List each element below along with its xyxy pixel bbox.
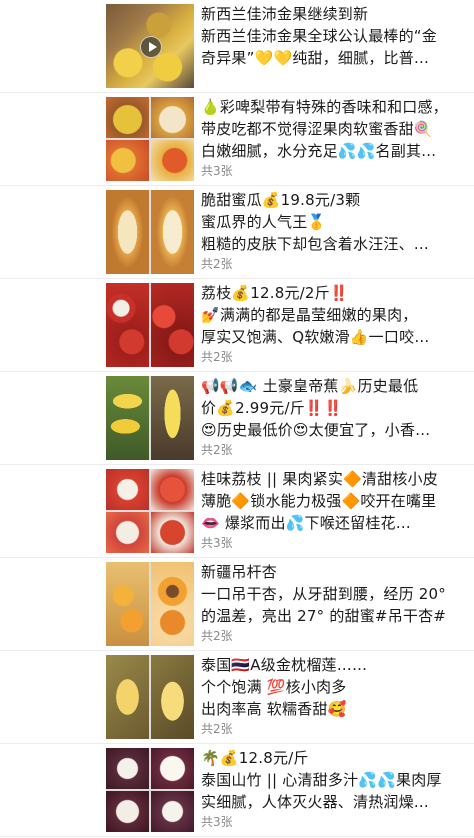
item-title: 荔枝💰12.8元/2斤‼️ — [201, 284, 349, 302]
item-title: 新疆吊杆杏 — [201, 563, 278, 581]
image-count: 共3张 — [201, 164, 233, 178]
item-desc-1: 新西兰佳沛金果全球公认最棒的“金 — [201, 27, 437, 45]
item-desc-2: 粗糙的皮肤下却包含着水汪汪、… — [201, 235, 430, 253]
item-title: 🍐彩啤梨带有特殊的香味和和口感， — [201, 98, 448, 116]
kiwi-video-thumbnail[interactable] — [106, 4, 194, 88]
lychee-image-grid[interactable] — [106, 283, 194, 367]
item-desc-2: 厚实又饱满、Q软嫩滑👍一口咬… — [201, 328, 430, 346]
feed-item-guiwei-lychee[interactable]: 桂味荔枝 || 果肉紧实🔶清甜核小皮 薄脆🔶锁水能力极强🔶咬开在嘴里 👄 爆浆而… — [0, 465, 474, 558]
item-desc-2: 奇异果”💛💛纯甜，细腻，比普… — [201, 49, 430, 67]
item-desc-1: 价💰2.99元/斤‼️‼️ — [201, 399, 343, 417]
item-title: 桂味荔枝 || 果肉紧实🔶清甜核小皮 — [201, 470, 438, 488]
item-desc-2: 👄 爆浆而出💦下喉还留桂花… — [201, 514, 411, 532]
feed-item-text: 📢📢🐟 土豪皇帝蕉🍌历史最低 价💰2.99元/斤‼️‼️ 😍历史最低价😍太便宜了… — [201, 375, 471, 459]
feed-item-mangosteen[interactable]: 🌴💰12.8元/斤 泰国山竹 || 心清甜多汁💦💦果肉厚 实细腻，人体灭火器、清… — [0, 744, 474, 837]
item-title: 新西兰佳沛金果继续到新 — [201, 5, 369, 23]
feed-item-pear[interactable]: 🍐彩啤梨带有特殊的香味和和口感， 带皮吃都不觉得涩果肉软蜜香甜🍭 白嫩细腻，水分… — [0, 93, 474, 186]
image-count: 共2张 — [201, 629, 233, 643]
banana-image-grid[interactable] — [106, 376, 194, 460]
pear-image-grid[interactable] — [106, 97, 194, 181]
guiwei-lychee-image-grid[interactable] — [106, 469, 194, 553]
item-desc-2: 实细腻，人体灭火器、清热润燥… — [201, 793, 430, 811]
feed-item-text: 桂味荔枝 || 果肉紧实🔶清甜核小皮 薄脆🔶锁水能力极强🔶咬开在嘴里 👄 爆浆而… — [201, 468, 471, 552]
feed-item-text: 新疆吊杆杏 一口吊干杏，从牙甜到腰，经历 20° 的温差，亮出 27° 的甜蜜#… — [201, 561, 471, 645]
item-desc-1: 带皮吃都不觉得涩果肉软蜜香甜🍭 — [201, 120, 433, 138]
item-desc-1: 蜜瓜界的人气王🥇 — [201, 213, 327, 231]
item-desc-1: 个个饱满 💯核小肉多 — [201, 678, 347, 696]
melon-image-grid[interactable] — [106, 190, 194, 274]
item-desc-2: 白嫩细腻，水分充足💦💦名副其… — [201, 142, 437, 160]
item-desc-2: 😍历史最低价😍太便宜了，小香… — [201, 421, 431, 439]
feed-item-melon[interactable]: 脆甜蜜瓜💰19.8元/3颗 蜜瓜界的人气王🥇 粗糙的皮肤下却包含着水汪汪、… 共… — [0, 186, 474, 279]
image-count: 共3张 — [201, 536, 233, 550]
image-count: 共2张 — [201, 350, 233, 364]
play-icon[interactable] — [140, 36, 162, 58]
mangosteen-image-grid[interactable] — [106, 748, 194, 832]
item-title: 泰国🇹🇭A级金枕榴莲…… — [201, 656, 368, 674]
item-desc-2: 的温差，亮出 27° 的甜蜜#吊干杏# — [201, 607, 447, 625]
item-title: 脆甜蜜瓜💰19.8元/3颗 — [201, 191, 361, 209]
feed-item-text: 荔枝💰12.8元/2斤‼️ 💅满满的都是晶莹细嫩的果肉， 厚实又饱满、Q软嫩滑👍… — [201, 282, 471, 366]
feed-item-durian[interactable]: 泰国🇹🇭A级金枕榴莲…… 个个饱满 💯核小肉多 出肉率高 软糯香甜🥰 共2张 — [0, 651, 474, 744]
feed-item-banana[interactable]: 📢📢🐟 土豪皇帝蕉🍌历史最低 价💰2.99元/斤‼️‼️ 😍历史最低价😍太便宜了… — [0, 372, 474, 465]
item-title: 📢📢🐟 土豪皇帝蕉🍌历史最低 — [201, 377, 419, 395]
item-desc-1: 薄脆🔶锁水能力极强🔶咬开在嘴里 — [201, 492, 437, 510]
image-count: 共2张 — [201, 443, 233, 457]
item-desc-1: 泰国山竹 || 心清甜多汁💦💦果肉厚 — [201, 771, 442, 789]
feed-item-text: 泰国🇹🇭A级金枕榴莲…… 个个饱满 💯核小肉多 出肉率高 软糯香甜🥰 共2张 — [201, 654, 471, 738]
feed-item-lychee[interactable]: 荔枝💰12.8元/2斤‼️ 💅满满的都是晶莹细嫩的果肉， 厚实又饱满、Q软嫩滑👍… — [0, 279, 474, 372]
image-count: 共2张 — [201, 722, 233, 736]
feed-item-kiwi[interactable]: 新西兰佳沛金果继续到新 新西兰佳沛金果全球公认最棒的“金 奇异果”💛💛纯甜，细腻… — [0, 0, 474, 93]
item-desc-1: 💅满满的都是晶莹细嫩的果肉， — [201, 306, 418, 324]
image-count: 共3张 — [201, 815, 233, 829]
feed-item-text: 脆甜蜜瓜💰19.8元/3颗 蜜瓜界的人气王🥇 粗糙的皮肤下却包含着水汪汪、… 共… — [201, 189, 471, 273]
image-count: 共2张 — [201, 257, 233, 271]
durian-image-grid[interactable] — [106, 655, 194, 739]
feed-item-apricot[interactable]: 新疆吊杆杏 一口吊干杏，从牙甜到腰，经历 20° 的温差，亮出 27° 的甜蜜#… — [0, 558, 474, 651]
feed-item-text: 🌴💰12.8元/斤 泰国山竹 || 心清甜多汁💦💦果肉厚 实细腻，人体灭火器、清… — [201, 747, 471, 831]
fruit-feed: 新西兰佳沛金果继续到新 新西兰佳沛金果全球公认最棒的“金 奇异果”💛💛纯甜，细腻… — [0, 0, 474, 838]
feed-item-text: 新西兰佳沛金果继续到新 新西兰佳沛金果全球公认最棒的“金 奇异果”💛💛纯甜，细腻… — [201, 3, 471, 69]
item-desc-2: 出肉率高 软糯香甜🥰 — [201, 700, 347, 718]
item-desc-1: 一口吊干杏，从牙甜到腰，经历 20° — [201, 585, 446, 603]
feed-item-text: 🍐彩啤梨带有特殊的香味和和口感， 带皮吃都不觉得涩果肉软蜜香甜🍭 白嫩细腻，水分… — [201, 96, 471, 180]
apricot-image-grid[interactable] — [106, 562, 194, 646]
item-title: 🌴💰12.8元/斤 — [201, 749, 309, 767]
